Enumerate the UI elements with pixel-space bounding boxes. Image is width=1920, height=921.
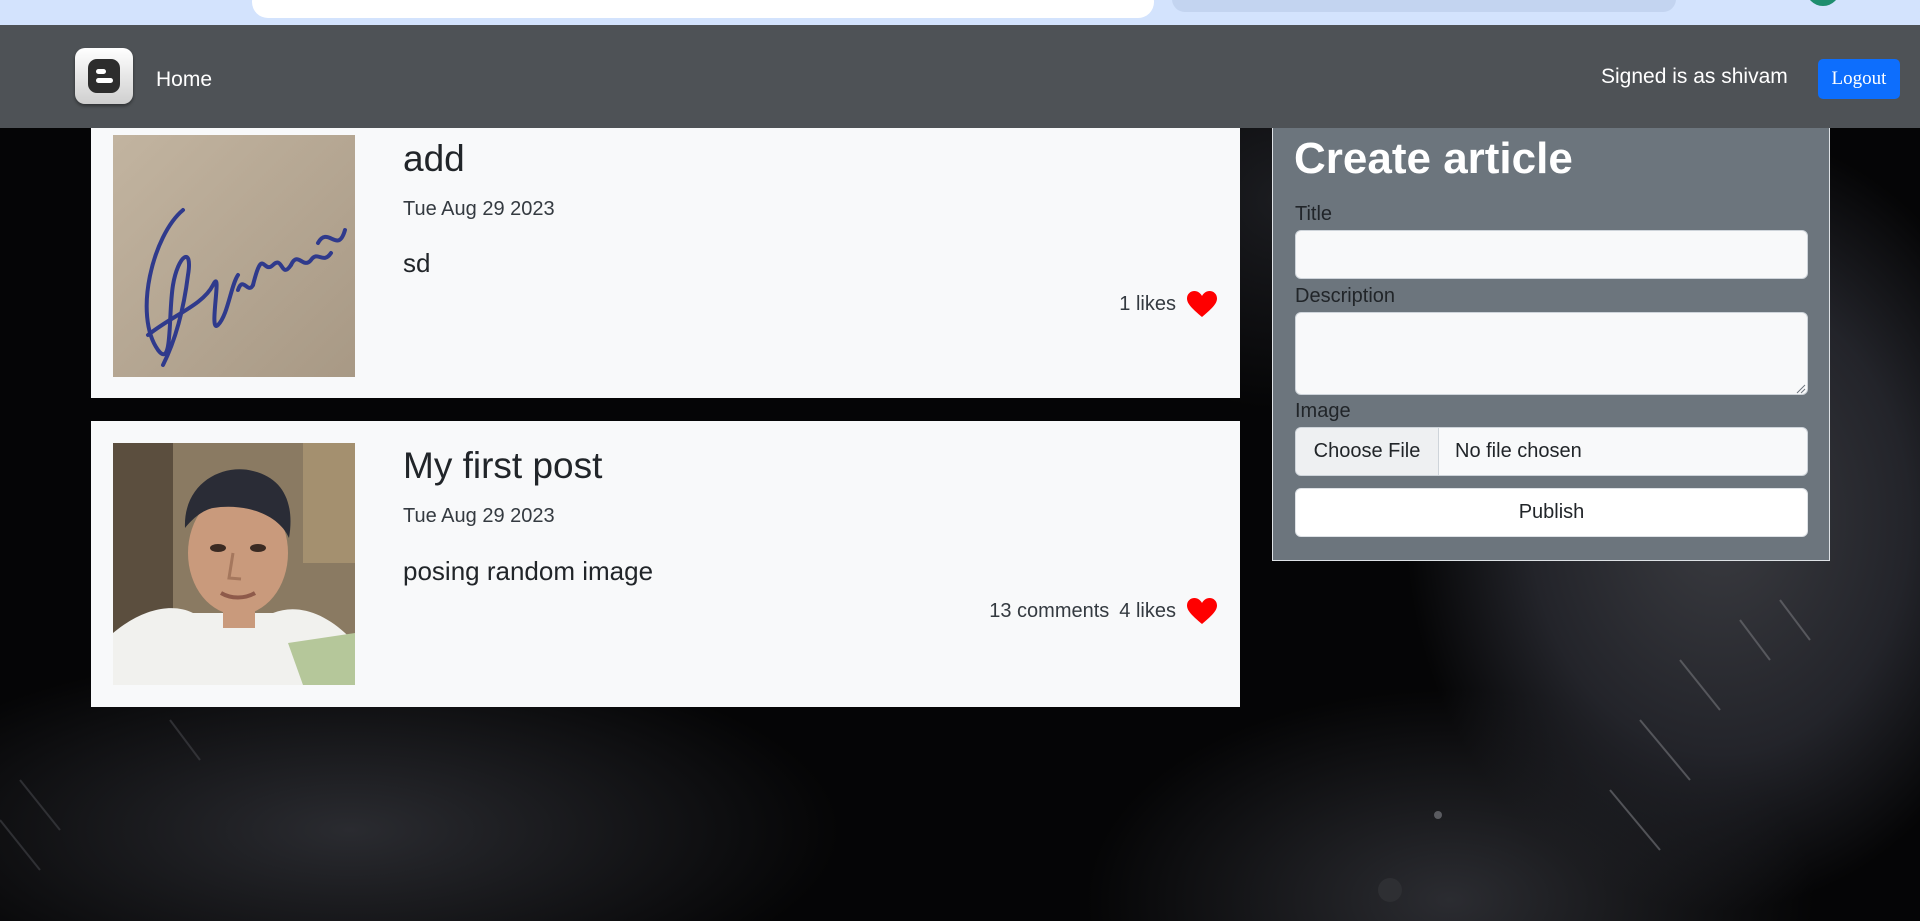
post-card: My first post Tue Aug 29 2023 posing ran…	[91, 421, 1240, 707]
post-card: add Tue Aug 29 2023 sd 1 likes	[91, 128, 1240, 398]
heart-icon[interactable]	[1186, 290, 1218, 318]
blogger-logo-icon[interactable]	[75, 48, 133, 104]
likes-count: 4 likes	[1119, 599, 1176, 622]
choose-file-button[interactable]: Choose File	[1296, 428, 1439, 475]
file-status-text: No file chosen	[1455, 440, 1582, 462]
logout-button[interactable]: Logout	[1818, 59, 1900, 99]
publish-button[interactable]: Publish	[1295, 488, 1808, 537]
description-label: Description	[1295, 285, 1396, 307]
heart-icon[interactable]	[1186, 597, 1218, 625]
extensions-toolbar	[1172, 0, 1676, 12]
post-description: posing random image	[403, 556, 654, 586]
post-date: Tue Aug 29 2023	[403, 505, 555, 527]
browser-chrome	[0, 0, 1920, 25]
post-image	[113, 443, 355, 685]
signed-in-text: Signed is as shivam	[1601, 65, 1788, 88]
profile-avatar[interactable]	[1806, 0, 1840, 6]
image-file-input[interactable]: Choose File No file chosen	[1295, 427, 1808, 476]
title-input[interactable]	[1295, 230, 1808, 279]
create-article-heading: Create article	[1294, 134, 1573, 183]
image-label: Image	[1295, 400, 1351, 422]
resize-handle-icon[interactable]	[1796, 384, 1806, 394]
address-bar[interactable]	[252, 0, 1154, 18]
post-date: Tue Aug 29 2023	[403, 198, 555, 220]
comments-count[interactable]: 13 comments	[989, 600, 1109, 623]
description-textarea[interactable]	[1295, 312, 1808, 395]
create-article-panel: Create article Title Description Image C…	[1272, 128, 1830, 561]
post-meta: 1 likes	[1119, 290, 1218, 318]
post-meta: 13 comments 4 likes	[989, 597, 1218, 625]
title-label: Title	[1295, 203, 1333, 225]
signature-image	[113, 135, 355, 377]
post-title[interactable]: add	[403, 138, 465, 180]
navbar: Home Signed is as shivam Logout	[0, 25, 1920, 128]
post-image	[113, 135, 355, 377]
likes-count: 1 likes	[1119, 292, 1176, 315]
nav-home-link[interactable]: Home	[156, 68, 212, 92]
post-description: sd	[403, 248, 431, 278]
post-title[interactable]: My first post	[403, 445, 602, 487]
portrait-photo-image	[113, 443, 355, 685]
